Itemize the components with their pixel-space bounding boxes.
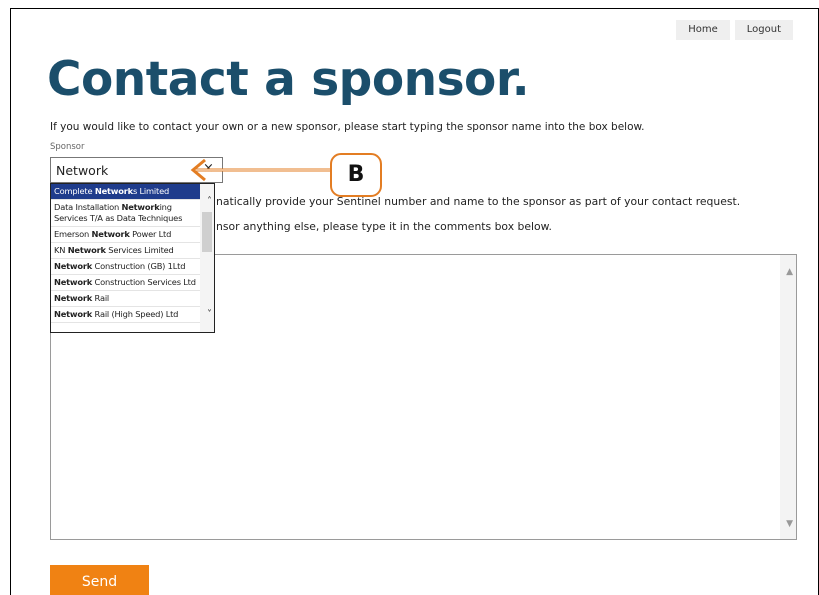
suggestion-text-post: Rail (High Speed) Ltd [92,309,179,319]
suggestion-text-post: Construction (GB) 1Ltd [92,261,186,271]
suggestion-item[interactable]: Network Rail (High Speed) Ltd [51,307,202,323]
suggestion-item[interactable]: Network Construction Services Ltd [51,275,202,291]
suggestion-text-post: Power Ltd [129,229,172,239]
suggestion-item[interactable]: Emerson Network Power Ltd [51,227,202,243]
suggestion-item[interactable]: Complete Networks Limited [51,184,202,200]
suggestion-item[interactable]: Network Rail [51,291,202,307]
suggestion-item[interactable]: Data Installation Networking Services T/… [51,200,202,227]
suggestion-text-post: Construction Services Ltd [92,277,196,287]
comments-scrollbar[interactable]: ▲ ▼ [780,255,796,539]
annotation-badge: B [330,153,382,197]
page-title: Contact a sponsor. [47,52,530,107]
suggestion-item[interactable]: KN Network Services Limited [51,243,202,259]
info-text-line-1: natically provide your Sentinel number a… [216,195,741,208]
dropdown-scrollbar[interactable]: ˄ ˅ [200,184,214,332]
suggestion-item[interactable]: Network Construction (GB) 1Ltd [51,259,202,275]
intro-text: If you would like to contact your own or… [50,121,645,133]
logout-button[interactable]: Logout [734,20,794,40]
sponsor-suggestions-dropdown[interactable]: Complete Networks Limited Data Installati… [50,183,215,333]
chevron-up-icon[interactable]: ˄ [207,196,212,207]
suggestion-match: Network [54,277,93,287]
suggestion-text-pre: Emerson [54,229,92,239]
suggestion-match: Network [54,309,93,319]
home-button[interactable]: Home [676,20,731,40]
scroll-up-icon[interactable]: ▲ [786,267,793,277]
scrollbar-thumb[interactable] [202,212,212,252]
info-text-line-2: nsor anything else, please type it in th… [216,220,552,233]
suggestion-match: Network [54,293,93,303]
suggestion-match: Network [91,229,130,239]
suggestion-text-pre: KN [54,245,68,255]
annotation-arrow-icon [190,158,332,182]
suggestion-match: Network [54,261,93,271]
suggestion-match: Network [121,202,160,212]
send-button[interactable]: Send [50,565,149,595]
suggestion-text-pre: Complete [54,186,95,196]
suggestion-match: Network [94,186,133,196]
suggestion-text-post: s Limited [132,186,170,196]
scroll-down-icon[interactable]: ▼ [786,519,793,529]
suggestion-match: Network [67,245,106,255]
suggestion-text-post: Services Limited [105,245,174,255]
suggestions-list: Complete Networks Limited Data Installati… [51,184,202,323]
sponsor-label: Sponsor [50,142,85,152]
suggestion-text-pre: Data Installation [54,202,122,212]
chevron-down-icon[interactable]: ˅ [207,309,212,320]
top-navigation: Home Logout [676,20,794,40]
suggestion-text-post: Rail [92,293,110,303]
